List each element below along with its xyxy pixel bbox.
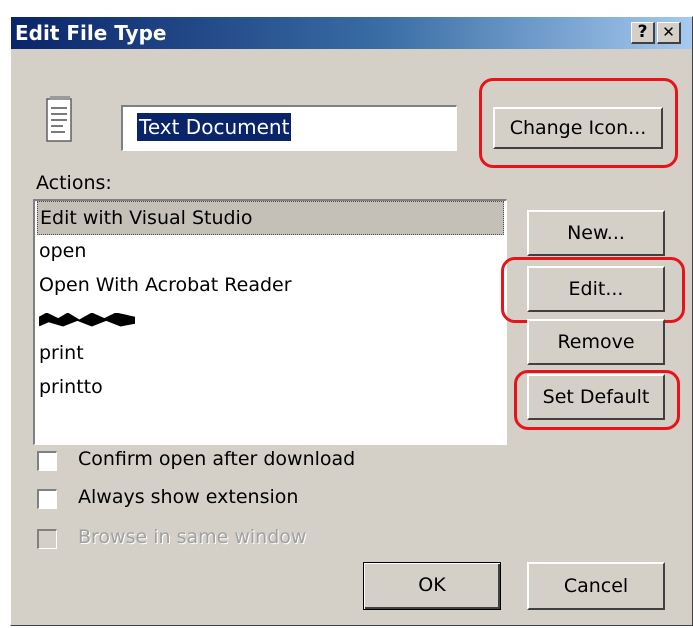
- list-item-print[interactable]: print: [37, 337, 504, 371]
- browse-same-window-label: Browse in same window: [78, 526, 307, 548]
- close-button[interactable]: ✕: [657, 22, 681, 44]
- change-icon-highlight: [479, 78, 678, 168]
- close-icon: ✕: [662, 23, 675, 41]
- list-item-open-with-acrobat[interactable]: Open With Acrobat Reader: [37, 269, 504, 303]
- help-icon: ?: [637, 22, 648, 42]
- title-bar[interactable]: Edit File Type ? ✕: [11, 17, 692, 49]
- edit-highlight: [501, 257, 685, 323]
- file-type-name-field[interactable]: Text Document: [121, 105, 457, 151]
- redaction-mark: [39, 312, 135, 327]
- list-item-open[interactable]: open: [37, 235, 504, 269]
- help-button[interactable]: ?: [631, 22, 655, 44]
- set-default-highlight: [514, 370, 680, 430]
- remove-button[interactable]: Remove: [527, 319, 665, 365]
- browse-same-window-checkbox: [37, 529, 57, 549]
- file-type-name-value[interactable]: Text Document: [137, 113, 292, 141]
- list-item-edit-with-visual-studio[interactable]: Edit with Visual Studio: [37, 201, 504, 235]
- new-button[interactable]: New...: [527, 210, 665, 256]
- always-show-extension-label[interactable]: Always show extension: [78, 486, 298, 508]
- edit-file-type-dialog: Edit File Type ? ✕ Text Document Change …: [10, 16, 693, 626]
- dialog-title: Edit File Type: [15, 21, 167, 45]
- actions-label: Actions:: [36, 172, 112, 194]
- list-item-redacted[interactable]: [37, 303, 504, 337]
- always-show-extension-checkbox[interactable]: [37, 489, 57, 509]
- list-item-printto[interactable]: printto: [37, 371, 504, 405]
- ok-button[interactable]: OK: [363, 562, 501, 610]
- actions-list[interactable]: Edit with Visual Studio open Open With A…: [33, 199, 507, 445]
- confirm-open-label[interactable]: Confirm open after download: [78, 448, 355, 470]
- confirm-open-checkbox[interactable]: [37, 451, 57, 471]
- cancel-button[interactable]: Cancel: [527, 562, 665, 610]
- text-document-icon: [43, 95, 77, 149]
